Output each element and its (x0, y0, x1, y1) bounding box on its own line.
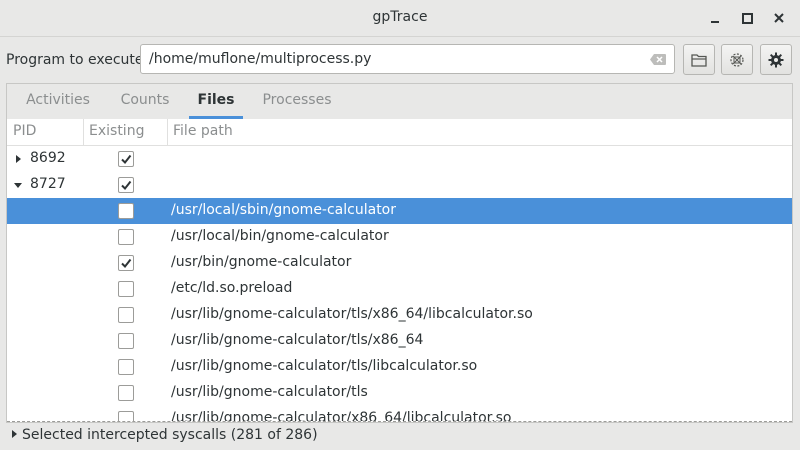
file-path: /usr/lib/gnome-calculator/tls/libcalcula… (171, 358, 478, 374)
minimize-icon (711, 21, 719, 23)
checkmark-icon (121, 180, 132, 191)
column-header-existing[interactable]: Existing (89, 119, 168, 145)
pid-value: 8727 (30, 176, 66, 192)
existing-checkbox[interactable] (118, 255, 134, 271)
file-path: /etc/ld.so.preload (171, 280, 293, 296)
clear-icon[interactable] (650, 54, 666, 65)
file-path: /usr/local/bin/gnome-calculator (171, 228, 389, 244)
program-label: Program to execute: (6, 52, 149, 68)
existing-checkbox[interactable] (118, 281, 134, 297)
close-button[interactable] (768, 7, 790, 29)
tab-bar: Activities Counts Files Processes (7, 84, 792, 120)
existing-checkbox[interactable] (118, 177, 134, 193)
checkmark-icon (121, 154, 132, 165)
close-icon (774, 13, 784, 23)
file-path: /usr/bin/gnome-calculator (171, 254, 352, 270)
existing-checkbox[interactable] (118, 411, 134, 421)
table-row[interactable]: /usr/lib/gnome-calculator/tls/x86_64 (7, 328, 792, 354)
tree-row-pid[interactable]: 8692 (7, 146, 792, 172)
existing-checkbox[interactable] (118, 151, 134, 167)
existing-checkbox[interactable] (118, 307, 134, 323)
file-path: /usr/lib/gnome-calculator/tls (171, 384, 368, 400)
tab-counts[interactable]: Counts (111, 84, 179, 118)
table-row[interactable]: /etc/ld.so.preload (7, 276, 792, 302)
tab-processes[interactable]: Processes (255, 84, 339, 118)
existing-checkbox[interactable] (118, 333, 134, 349)
maximize-button[interactable] (736, 7, 758, 29)
table-row[interactable]: /usr/lib/gnome-calculator/x86_64/libcalc… (7, 406, 792, 421)
syscalls-expander[interactable]: Selected intercepted syscalls (281 of 28… (12, 427, 318, 443)
tree-row-pid[interactable]: 8727 (7, 172, 792, 198)
file-path: /usr/lib/gnome-calculator/tls/x86_64 (171, 332, 424, 348)
settings-button[interactable] (760, 44, 792, 75)
expander-arrow-icon (12, 430, 17, 438)
folder-open-icon (691, 53, 707, 67)
gear-icon (768, 52, 784, 67)
existing-checkbox[interactable] (118, 359, 134, 375)
existing-checkbox[interactable] (118, 229, 134, 245)
column-header-file-path[interactable]: File path (173, 119, 473, 145)
column-header-pid[interactable]: PID (13, 119, 84, 145)
file-path: /usr/local/sbin/gnome-calculator (171, 202, 396, 218)
table-row[interactable]: /usr/lib/gnome-calculator/tls/x86_64/lib… (7, 302, 792, 328)
existing-checkbox[interactable] (118, 385, 134, 401)
scroll-edge-indicator (7, 421, 792, 422)
file-tree: 8692 8727/usr/local/sbin/gnome-calculator… (7, 146, 792, 421)
table-header: PID Existing File path (7, 119, 792, 146)
syscalls-expander-label: Selected intercepted syscalls (281 of 28… (22, 427, 318, 443)
expander-expanded-icon[interactable] (14, 183, 22, 188)
checkmark-icon (121, 258, 132, 269)
file-path: /usr/lib/gnome-calculator/x86_64/libcalc… (171, 410, 512, 421)
execute-icon (730, 52, 744, 67)
title-bar: gpTrace (0, 0, 800, 37)
pid-value: 8692 (30, 150, 66, 166)
minimize-button[interactable] (704, 7, 726, 29)
window-title: gpTrace (372, 9, 428, 25)
file-path: /usr/lib/gnome-calculator/tls/x86_64/lib… (171, 306, 533, 322)
table-row[interactable]: /usr/local/bin/gnome-calculator (7, 224, 792, 250)
program-entry[interactable] (140, 44, 675, 74)
expander-collapsed-icon[interactable] (16, 155, 21, 163)
table-row[interactable]: /usr/local/sbin/gnome-calculator (7, 198, 792, 224)
table-row[interactable]: /usr/lib/gnome-calculator/tls/libcalcula… (7, 354, 792, 380)
program-input[interactable] (149, 50, 639, 68)
tab-files[interactable]: Files (189, 84, 243, 119)
table-row[interactable]: /usr/bin/gnome-calculator (7, 250, 792, 276)
run-button[interactable] (721, 44, 753, 75)
files-notebook: Activities Counts Files Processes PID Ex… (6, 83, 793, 423)
existing-checkbox[interactable] (118, 203, 134, 219)
table-row[interactable]: /usr/lib/gnome-calculator/tls (7, 380, 792, 406)
maximize-icon (741, 12, 753, 24)
open-file-button[interactable] (683, 44, 715, 75)
tab-activities[interactable]: Activities (17, 84, 99, 118)
